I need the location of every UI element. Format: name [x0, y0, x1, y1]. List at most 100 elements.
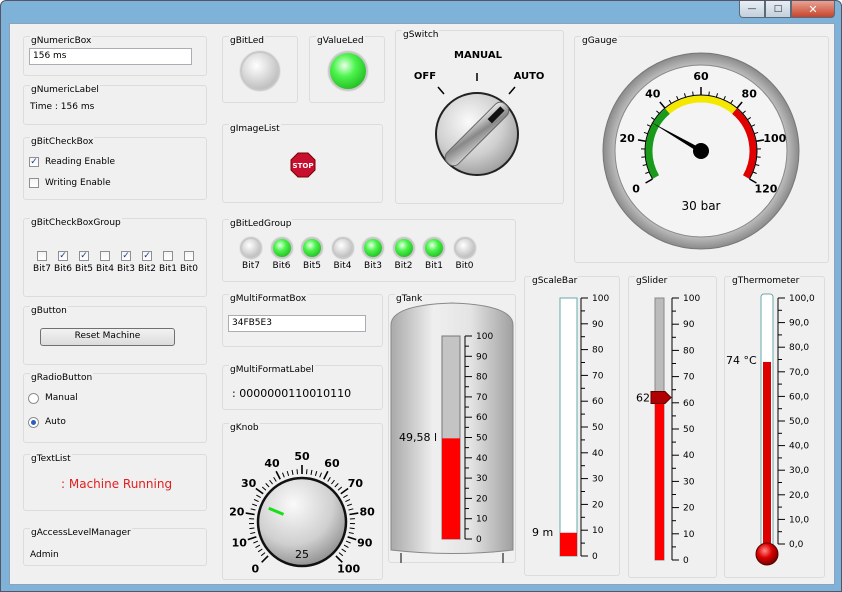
gauge-tick-label: 40 — [645, 88, 661, 101]
numeric-box-input[interactable]: 156 ms — [29, 48, 192, 65]
bit-led — [392, 237, 415, 259]
panel-title: gBitCheckBox — [30, 137, 95, 147]
off-position-label: OFF — [414, 71, 436, 82]
bit-led — [270, 237, 293, 259]
knob-tick — [348, 508, 354, 511]
bit-checkbox[interactable]: ✓ — [79, 251, 89, 261]
bit-checkbox[interactable] — [37, 251, 47, 261]
scale-tick-label: 30 — [683, 477, 695, 487]
knob-tick-label: 0 — [252, 563, 260, 576]
knob-tick — [253, 498, 259, 503]
writing-enable-checkbox[interactable] — [29, 178, 39, 188]
knob-tick — [251, 503, 258, 507]
knob-tick — [286, 470, 290, 477]
slider-control[interactable]: 100908070605040302010062 — [629, 277, 718, 579]
reset-machine-button[interactable]: Reset Machine — [40, 328, 175, 346]
tank-value-text: 49,58 l — [399, 431, 437, 444]
tank-level-fill — [442, 438, 460, 539]
knob-tick-label: 10 — [232, 536, 248, 549]
knob-tick — [349, 527, 355, 530]
scale-tick-label: 70 — [683, 373, 695, 383]
scale-tick-label: 50 — [592, 423, 604, 433]
bit-checkbox[interactable] — [163, 251, 173, 261]
knob-tick — [345, 498, 351, 503]
knob-tick — [261, 486, 267, 491]
knob-tick — [275, 470, 281, 480]
bit-checkbox[interactable] — [100, 251, 110, 261]
knob-tick-label: 20 — [229, 506, 245, 519]
maximize-button[interactable]: □ — [765, 1, 791, 18]
scale-tick-label: 30 — [592, 475, 604, 485]
scale-tick-label: 10 — [476, 515, 488, 525]
thermometer-bulb — [755, 542, 779, 566]
reading-enable-checkbox[interactable]: ✓ — [29, 157, 39, 167]
knob-tick — [314, 470, 318, 477]
panel-title: gAccessLevelManager — [30, 528, 132, 538]
auto-radio-label: Auto — [45, 417, 66, 427]
scale-tick-label: 100 — [476, 332, 493, 342]
rotary-switch[interactable]: MANUAL OFF AUTO — [396, 31, 565, 205]
bit-checkbox[interactable] — [184, 251, 194, 261]
bit-led-group-panel: gBitLedGroup Bit7 Bit6 Bit5 Bit4 Bit3 Bit2 Bit… — [222, 219, 516, 282]
bit-led-label: Bit2 — [394, 261, 413, 271]
bit-led-label: Bit4 — [333, 261, 352, 271]
numeric-label-text: Time : 156 ms — [30, 102, 95, 112]
bit-led — [240, 237, 262, 259]
panel-title: gNumericLabel — [30, 85, 100, 95]
knob-tick — [255, 544, 261, 548]
gauge-panel: gGauge 0 20 40 60 80 100 120 30 bar — [574, 36, 829, 263]
scale-tick-label: 60 — [683, 399, 695, 409]
knob-tick — [343, 494, 348, 498]
value-led — [328, 51, 368, 91]
bit-checkbox[interactable]: ✓ — [142, 251, 152, 261]
slider-fill — [655, 397, 664, 560]
panel-title: gBitLedGroup — [229, 219, 293, 229]
writing-enable-label: Writing Enable — [45, 178, 111, 188]
knob-control[interactable]: 0 10 20 30 40 50 60 70 80 90 100 25 — [223, 424, 384, 581]
minimize-button[interactable]: — — [739, 1, 765, 18]
scale-tick-label: 80 — [476, 373, 488, 383]
scale-tick-label: 30 — [476, 474, 488, 484]
bit-checkbox-label: Bit0 — [180, 264, 198, 274]
scale-tick-label: 90 — [476, 352, 488, 362]
knob-tick — [257, 548, 263, 553]
tank-panel: gTank 100 90 80 70 60 50 40 30 20 10 0 49,58 l — [388, 294, 516, 563]
panel-title: gMultiFormatLabel — [229, 365, 315, 375]
access-level-text: Admin — [30, 550, 59, 560]
scale-tick-label: 70 — [592, 371, 604, 381]
knob-tick — [249, 527, 255, 530]
auto-radio[interactable] — [28, 417, 39, 428]
knob-tick-label: 70 — [348, 477, 364, 490]
thermometer-panel: gThermometer 100,0 90,0 80,0 70,0 60,0 50,0 40… — [724, 276, 825, 578]
knob-tick-label: 30 — [241, 477, 257, 490]
scale-tick-label: 40,0 — [789, 442, 809, 452]
scale-tick-label: 60,0 — [789, 392, 809, 402]
bit-led-panel: gBitLed — [222, 36, 298, 103]
gauge-tick-label: 120 — [754, 183, 777, 196]
knob-tick — [338, 552, 344, 557]
bit-checkbox[interactable]: ✓ — [121, 251, 131, 261]
bit-led-label: Bit5 — [303, 261, 321, 271]
bit-led — [362, 237, 384, 259]
knob-tick — [345, 540, 351, 544]
close-button[interactable]: ✕ — [791, 1, 835, 18]
scale-tick-label: 20 — [592, 500, 604, 510]
knob-tick — [334, 483, 339, 488]
knob-tick — [347, 536, 357, 541]
panel-title: gValueLed — [316, 36, 365, 46]
bit-led-label: Bit1 — [425, 261, 443, 271]
manual-radio[interactable] — [28, 393, 39, 404]
manual-radio-label: Manual — [45, 393, 78, 403]
knob-tick-label: 40 — [264, 457, 280, 470]
knob-tick — [337, 486, 343, 491]
knob-tick-label: 100 — [337, 563, 360, 576]
bit-checkbox[interactable]: ✓ — [58, 251, 68, 261]
machine-status-text: : Machine Running — [61, 477, 173, 491]
gauge-tick — [708, 91, 710, 96]
multi-format-input[interactable]: 34FB5E3 — [228, 315, 366, 332]
scale-tick-label: 40 — [592, 449, 604, 459]
knob-tick — [341, 548, 347, 553]
gauge-tick-label: 60 — [693, 70, 709, 83]
panel-title: gTextList — [30, 454, 72, 464]
scale-tick-label: 90 — [683, 320, 695, 330]
